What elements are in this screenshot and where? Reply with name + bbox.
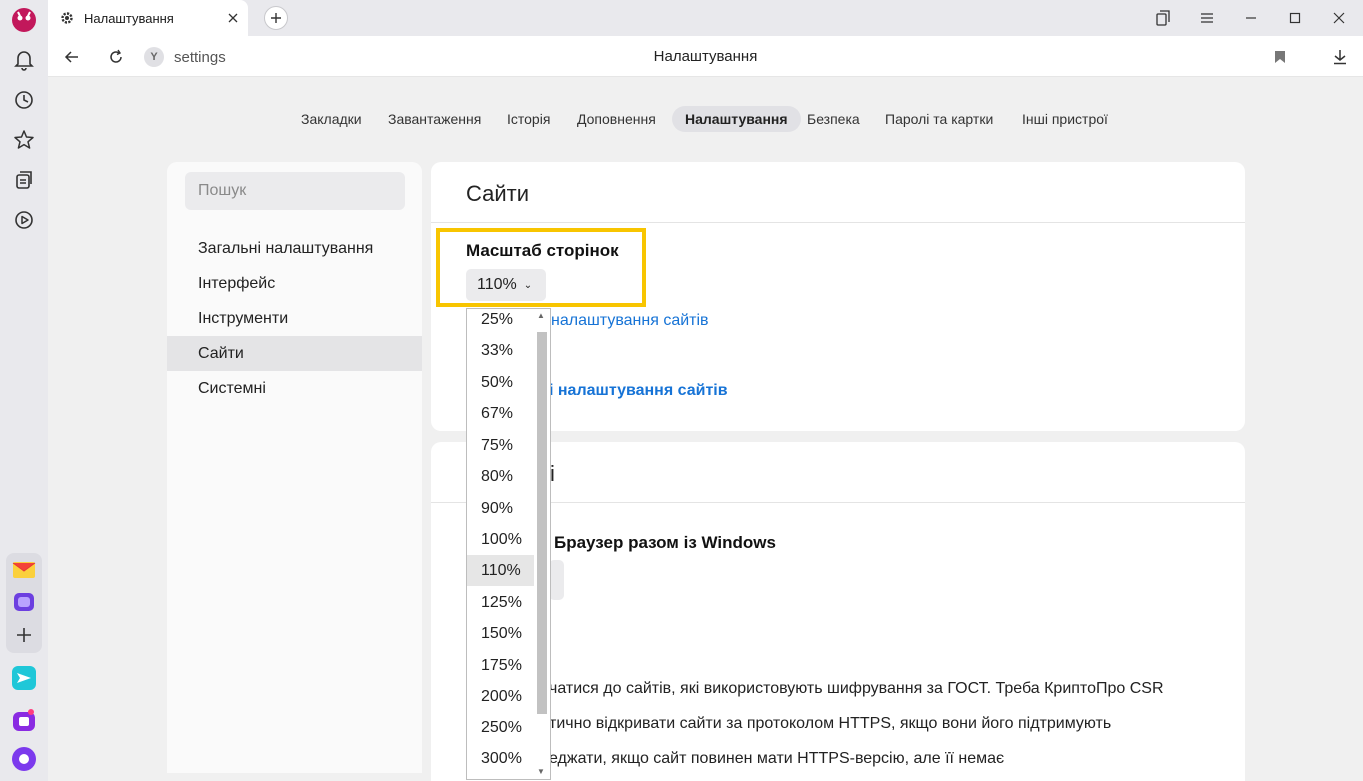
zoom-option[interactable]: 67% bbox=[467, 398, 535, 429]
tab-extensions[interactable]: Доповнення bbox=[564, 106, 669, 132]
zoom-option[interactable]: 90% bbox=[467, 493, 535, 524]
reload-button[interactable] bbox=[101, 42, 131, 72]
settings-top-nav: Закладки Завантаження Історія Доповнення… bbox=[48, 106, 1363, 132]
zoom-option[interactable]: 250% bbox=[467, 712, 535, 743]
sidebar-item-system[interactable]: Системні bbox=[167, 371, 422, 406]
dropdown-scrollbar[interactable]: ▲ ▼ bbox=[534, 309, 550, 779]
zoom-option[interactable]: 75% bbox=[467, 430, 535, 461]
plus-icon bbox=[271, 13, 281, 23]
hamburger-menu-icon bbox=[1201, 13, 1213, 23]
tab-other-devices[interactable]: Інші пристрої bbox=[1009, 106, 1121, 132]
tab-title: Налаштування bbox=[84, 10, 174, 26]
marketplace-app-icon[interactable] bbox=[9, 705, 39, 735]
tab-history[interactable]: Історія bbox=[494, 106, 563, 132]
url-field[interactable]: Y settings bbox=[144, 44, 226, 70]
zoom-option[interactable]: 125% bbox=[467, 587, 535, 618]
arrow-left-icon bbox=[64, 51, 78, 63]
history-clock-icon[interactable] bbox=[9, 85, 39, 115]
zoom-option[interactable]: 50% bbox=[467, 367, 535, 398]
autostart-label: Браузер разом із Windows bbox=[554, 533, 776, 552]
system-settings-card: і Браузер разом із Windows чатися до сай… bbox=[431, 442, 1245, 781]
minimize-button[interactable] bbox=[1229, 0, 1273, 36]
download-icon bbox=[1334, 50, 1346, 65]
tab-passwords-cards[interactable]: Паролі та картки bbox=[872, 106, 1006, 132]
close-tab-icon[interactable] bbox=[218, 3, 248, 33]
zoom-option[interactable]: 150% bbox=[467, 618, 535, 649]
autostart-select[interactable] bbox=[549, 560, 564, 600]
sidebar-item-interface[interactable]: Інтерфейс bbox=[167, 266, 422, 301]
settings-sidebar: Загальні налаштування Інтерфейс Інструме… bbox=[167, 162, 422, 773]
tabs-overview-button[interactable] bbox=[1141, 0, 1185, 36]
tab-settings[interactable]: Налаштування bbox=[48, 0, 248, 36]
zoom-option[interactable]: 25% bbox=[467, 309, 535, 335]
tab-bookmarks[interactable]: Закладки bbox=[288, 106, 375, 132]
bookmark-copy-icon bbox=[1156, 10, 1170, 26]
scroll-up-arrow-icon[interactable]: ▲ bbox=[537, 311, 545, 320]
sidebar-item-tools[interactable]: Інструменти bbox=[167, 301, 422, 336]
tab-settings-page[interactable]: Налаштування bbox=[672, 106, 801, 132]
downloads-button[interactable] bbox=[1325, 42, 1355, 72]
minimize-icon bbox=[1246, 17, 1256, 19]
sidebar-item-general[interactable]: Загальні налаштування bbox=[167, 231, 422, 266]
bookmark-button[interactable] bbox=[1265, 42, 1295, 72]
scroll-down-arrow-icon[interactable]: ▼ bbox=[537, 767, 545, 776]
new-tab-button[interactable] bbox=[264, 6, 288, 30]
bookmark-icon bbox=[1275, 51, 1285, 63]
tab-strip: Налаштування bbox=[48, 0, 1363, 36]
site-settings-link[interactable]: налаштування сайтів bbox=[551, 312, 709, 330]
maximize-button[interactable] bbox=[1273, 0, 1317, 36]
zoom-option[interactable]: 300% bbox=[467, 743, 535, 774]
zoom-option[interactable]: 33% bbox=[467, 335, 535, 366]
profile-avatar-icon[interactable] bbox=[9, 5, 39, 35]
dropdown-scrollbar-thumb[interactable] bbox=[537, 332, 547, 714]
page-title: Налаштування bbox=[653, 48, 758, 65]
mail-app-icon[interactable] bbox=[9, 555, 39, 585]
add-app-icon[interactable] bbox=[9, 620, 39, 650]
tab-security[interactable]: Безпека bbox=[794, 106, 873, 132]
zoom-option[interactable]: 100% bbox=[467, 524, 535, 555]
reload-icon bbox=[110, 49, 122, 63]
tab-downloads[interactable]: Завантаження bbox=[375, 106, 494, 132]
menu-button[interactable] bbox=[1185, 0, 1229, 36]
close-window-button[interactable] bbox=[1317, 0, 1361, 36]
zoom-option[interactable]: 175% bbox=[467, 650, 535, 681]
zoom-option[interactable]: 80% bbox=[467, 461, 535, 492]
bell-icon[interactable] bbox=[9, 45, 39, 75]
zoom-option[interactable]: 200% bbox=[467, 681, 535, 712]
sidebar-item-sites[interactable]: Сайти bbox=[167, 336, 422, 371]
https-option-text: тично відкривати сайти за протоколом HTT… bbox=[549, 715, 1112, 732]
play-video-icon[interactable] bbox=[9, 205, 39, 235]
gost-option-text: чатися до сайтів, які використовують шиф… bbox=[549, 680, 1164, 697]
settings-page: Закладки Завантаження Історія Доповнення… bbox=[48, 77, 1363, 781]
close-icon bbox=[1333, 12, 1345, 24]
assistant-app-icon[interactable] bbox=[9, 744, 39, 774]
star-icon[interactable] bbox=[9, 125, 39, 155]
maximize-icon bbox=[1289, 12, 1301, 24]
back-button[interactable] bbox=[57, 42, 87, 72]
divider bbox=[431, 222, 1245, 223]
send-app-icon[interactable] bbox=[9, 663, 39, 693]
messenger-app-icon[interactable] bbox=[9, 587, 39, 617]
gear-icon bbox=[61, 12, 73, 24]
sites-settings-card: Сайти Масштаб сторінок 110% ⌄ налаштуван… bbox=[431, 162, 1245, 431]
advanced-site-settings-link[interactable]: і налаштування сайтів bbox=[549, 382, 728, 400]
yandex-browser-icon: Y bbox=[144, 47, 164, 67]
url-text: settings bbox=[174, 48, 226, 66]
sites-section-title: Сайти bbox=[466, 181, 530, 206]
highlight-frame bbox=[436, 228, 646, 307]
zoom-option-selected[interactable]: 110% bbox=[467, 555, 535, 586]
search-input[interactable] bbox=[185, 172, 405, 210]
collections-icon[interactable] bbox=[9, 165, 39, 195]
address-bar: Y settings Налаштування bbox=[48, 36, 1363, 77]
divider bbox=[431, 502, 1245, 503]
browser-side-panel bbox=[0, 0, 48, 781]
https-warning-option-text: еджати, якщо сайт повинен мати HTTPS-вер… bbox=[549, 750, 1005, 767]
page-zoom-dropdown: 25% 33% 50% 67% 75% 80% 90% 100% 110% 12… bbox=[466, 308, 551, 780]
